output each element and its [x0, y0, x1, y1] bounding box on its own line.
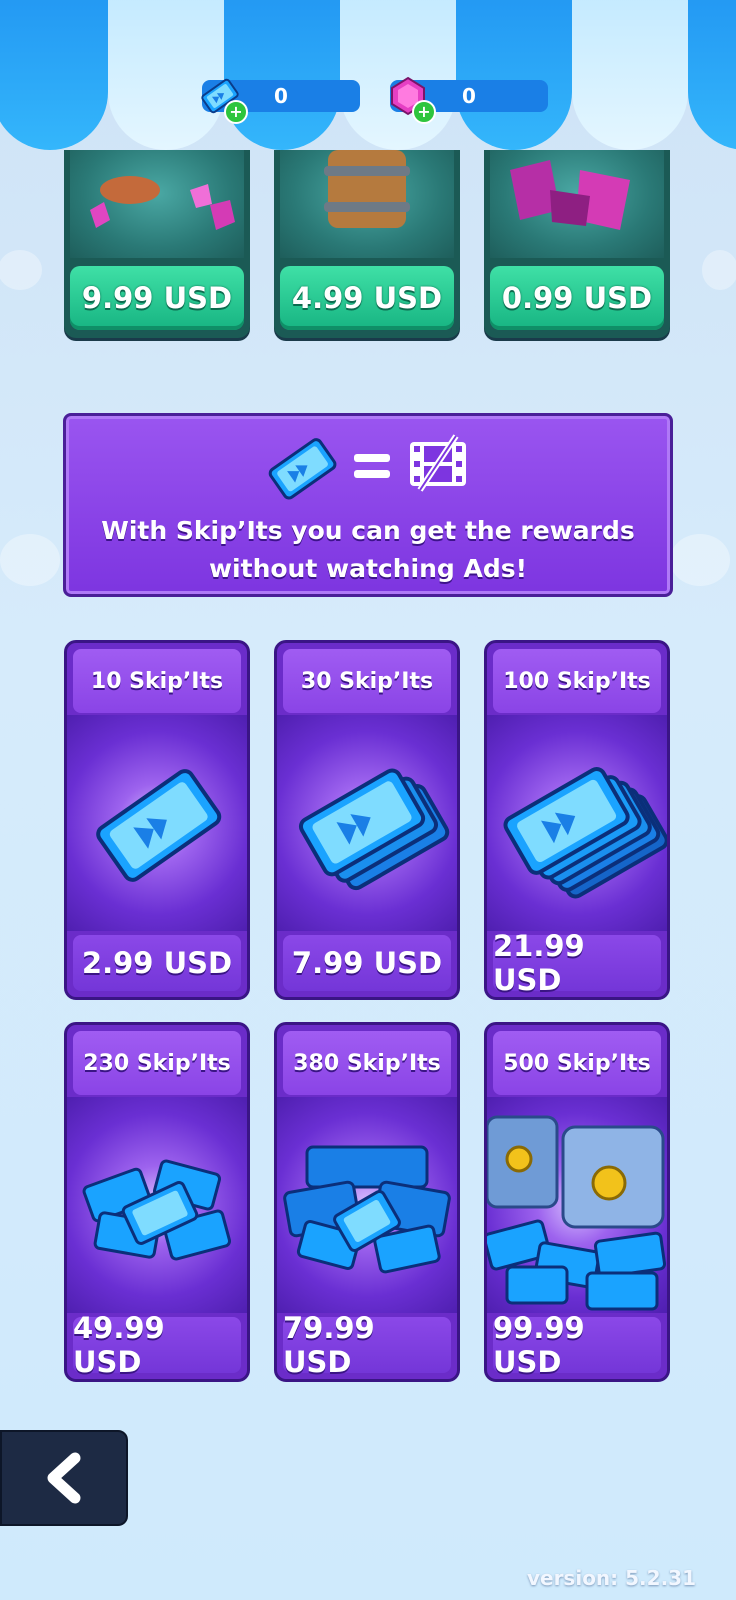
- skip-ticket-icon: [268, 438, 337, 500]
- offer-price: 99.99 USD: [493, 1311, 585, 1379]
- offer-title: 380 Skip’Its: [293, 1050, 441, 1076]
- offer-price: 49.99 USD: [73, 1311, 165, 1379]
- banner-text-line1: With Skip’Its you can get the rewards: [101, 516, 635, 545]
- back-button[interactable]: [0, 1430, 128, 1526]
- version-label: version: 5.2.31: [526, 1566, 696, 1590]
- no-ads-film-icon: [410, 434, 466, 492]
- offer-price: 7.99 USD: [291, 946, 443, 980]
- skipits-count: 0: [274, 84, 288, 108]
- skipit-offer-card[interactable]: 100 Skip’Its 21.99 USD: [484, 640, 670, 1000]
- skip-ticket-bundles-image: [277, 1097, 457, 1313]
- skip-ticket-vault-image: [487, 1097, 667, 1313]
- gem-pile-image: [490, 150, 664, 258]
- offer-title: 10 Skip’Its: [90, 668, 224, 694]
- gem-offer-price: 9.99 USD: [81, 281, 233, 315]
- gem-offer-card[interactable]: 4.99 USD: [274, 150, 460, 338]
- banner-text-line2: without watching Ads!: [208, 554, 528, 583]
- offer-title: 500 Skip’Its: [503, 1050, 651, 1076]
- skipit-offer-card[interactable]: 10 Skip’Its 2.99 USD: [64, 640, 250, 1000]
- offer-title: 230 Skip’Its: [83, 1050, 231, 1076]
- offer-price: 79.99 USD: [283, 1311, 375, 1379]
- skipit-offer-card[interactable]: 380 Skip’Its 79.99 USD: [274, 1022, 460, 1382]
- gem-barrel-image: [280, 150, 454, 258]
- skipit-offer-card[interactable]: 30 Skip’Its 7.99 USD: [274, 640, 460, 1000]
- skipit-offer-card[interactable]: 500 Skip’Its 99.99 USD: [484, 1022, 670, 1382]
- gem-offer-price: 0.99 USD: [501, 281, 653, 315]
- offer-title: 30 Skip’Its: [300, 668, 434, 694]
- shop-awning: [0, 0, 736, 170]
- gem-offer-card[interactable]: 9.99 USD: [64, 150, 250, 338]
- skip-ticket-stack-image: [277, 715, 457, 931]
- offer-price: 2.99 USD: [81, 946, 233, 980]
- skip-ticket-fan-image: [487, 715, 667, 931]
- gem-offer-price: 4.99 USD: [291, 281, 443, 315]
- equals-icon: [354, 454, 390, 478]
- gems-count: 0: [462, 84, 476, 108]
- offer-title: 100 Skip’Its: [503, 668, 651, 694]
- skip-ticket-single-image: [67, 715, 247, 931]
- offer-price: 21.99 USD: [493, 929, 585, 997]
- add-gems-button[interactable]: +: [412, 100, 436, 124]
- skipit-offer-card[interactable]: 230 Skip’Its 49.99 USD: [64, 1022, 250, 1382]
- skipits-info-banner: With Skip’Its you can get the rewards wi…: [63, 413, 673, 597]
- skip-ticket-pile-image: [67, 1097, 247, 1313]
- chevron-left-icon: [47, 1452, 81, 1504]
- add-skipits-button[interactable]: +: [224, 100, 248, 124]
- gem-offer-card[interactable]: 0.99 USD: [484, 150, 670, 338]
- gem-pouch-image: [70, 150, 244, 258]
